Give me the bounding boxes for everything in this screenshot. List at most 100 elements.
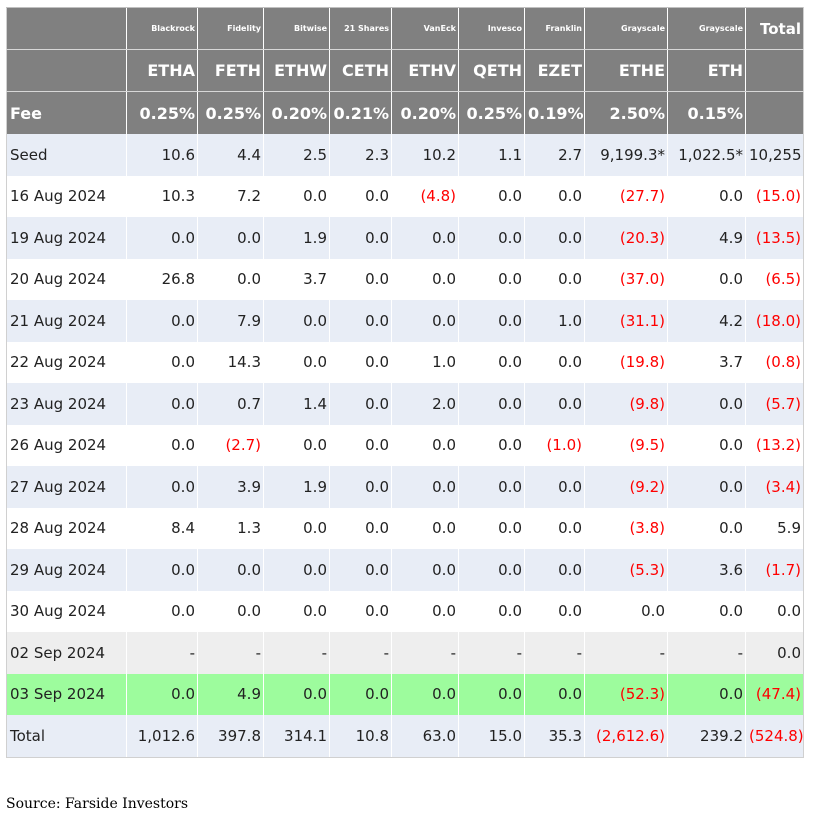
row-total-cell: (18.0) xyxy=(745,300,804,342)
flow-cell: (31.1) xyxy=(584,300,668,342)
flow-cell: 0.0 xyxy=(458,341,525,383)
flow-rows: Seed 10.6 4.4 2.5 2.3 10.2 1.1 2.7 9,199.3* 1,022… xyxy=(6,134,804,758)
flow-cell: 7.2 xyxy=(197,175,264,217)
flow-cell: (4.8) xyxy=(391,175,459,217)
flow-cell: 0.0 xyxy=(126,217,198,259)
flow-cell: 0.0 xyxy=(126,383,198,425)
row-label: 23 Aug 2024 xyxy=(6,383,127,425)
ticker-header-ethe: ETHE xyxy=(584,49,668,92)
row-label: 26 Aug 2024 xyxy=(6,424,127,466)
flow-cell: 1,012.6 xyxy=(126,715,198,758)
etf-flows-table: Blackrock Fidelity Bitwise 21 Shares Van… xyxy=(6,7,804,758)
flow-cell: 0.0 xyxy=(524,383,585,425)
flow-cell: 0.0 xyxy=(329,590,392,632)
flow-cell: 0.0 xyxy=(391,424,459,466)
flow-cell: 0.0 xyxy=(458,507,525,549)
flow-cell: 0.0 xyxy=(126,466,198,508)
flow-cell: 0.0 xyxy=(391,673,459,715)
flow-cell: 0.0 xyxy=(126,424,198,466)
flow-cell: (5.3) xyxy=(584,549,668,591)
flow-cell: 0.0 xyxy=(524,590,585,632)
flow-cell: 0.0 xyxy=(126,673,198,715)
issuer-header-fidelity: Fidelity xyxy=(197,7,264,50)
flow-cell: - xyxy=(263,632,330,674)
flow-cell: 0.0 xyxy=(329,466,392,508)
issuer-header-grayscale-eth: Grayscale xyxy=(667,7,746,50)
issuer-header-blackrock: Blackrock xyxy=(126,7,198,50)
issuer-header-grayscale-ethe: Grayscale xyxy=(584,7,668,50)
flow-cell: 0.0 xyxy=(524,258,585,300)
flow-cell: 0.0 xyxy=(391,507,459,549)
fee-cell xyxy=(745,91,804,134)
flow-cell: 3.7 xyxy=(263,258,330,300)
flow-cell: - xyxy=(458,632,525,674)
flow-cell: 63.0 xyxy=(391,715,459,758)
flow-cell: 0.0 xyxy=(329,300,392,342)
flow-cell: 0.0 xyxy=(329,424,392,466)
table-row: Seed 10.6 4.4 2.5 2.3 10.2 1.1 2.7 9,199.3* 1,022… xyxy=(6,134,804,176)
flow-cell: 0.0 xyxy=(263,300,330,342)
row-total-cell: (1.7) xyxy=(745,549,804,591)
flow-cell: (3.8) xyxy=(584,507,668,549)
flow-cell: 4.9 xyxy=(197,673,264,715)
ticker-header-qeth: QETH xyxy=(458,49,525,92)
flow-cell: (52.3) xyxy=(584,673,668,715)
flow-cell: 0.0 xyxy=(126,590,198,632)
flow-cell: 0.0 xyxy=(329,341,392,383)
flow-cell: 3.9 xyxy=(197,466,264,508)
flow-cell: 35.3 xyxy=(524,715,585,758)
table-row: 20 Aug 2024 26.8 0.0 3.7 0.0 0.0 0.0 0.0 (37.0) 0… xyxy=(6,258,804,300)
flow-cell: 0.0 xyxy=(391,466,459,508)
total-row: Total 1,012.6 397.8 314.1 10.8 63.0 15.0 35.3 (2… xyxy=(6,715,804,758)
flow-cell: 0.0 xyxy=(524,466,585,508)
flow-cell: 4.4 xyxy=(197,134,264,176)
flow-cell: (2,612.6) xyxy=(584,715,668,758)
flow-cell: 0.0 xyxy=(391,549,459,591)
flow-cell: 0.0 xyxy=(458,673,525,715)
table-row: 27 Aug 2024 0.0 3.9 1.9 0.0 0.0 0.0 0.0 (9.2) 0.0… xyxy=(6,466,804,508)
flow-cell: 0.0 xyxy=(329,549,392,591)
row-label: 03 Sep 2024 xyxy=(6,673,127,715)
flow-cell: - xyxy=(197,632,264,674)
row-total-cell: (3.4) xyxy=(745,466,804,508)
flow-cell: 1.0 xyxy=(391,341,459,383)
row-label: 02 Sep 2024 xyxy=(6,632,127,674)
row-label: 19 Aug 2024 xyxy=(6,217,127,259)
flow-cell: 0.0 xyxy=(667,383,746,425)
flow-cell: 0.0 xyxy=(329,507,392,549)
ticker-header-ethw: ETHW xyxy=(263,49,330,92)
flow-cell: (9.5) xyxy=(584,424,668,466)
flow-cell: 0.0 xyxy=(667,590,746,632)
flow-cell: 0.0 xyxy=(329,258,392,300)
flow-cell: 0.0 xyxy=(667,466,746,508)
source-note: Source: Farside Investors xyxy=(6,796,189,812)
row-label: 30 Aug 2024 xyxy=(6,590,127,632)
flow-cell: 0.0 xyxy=(584,590,668,632)
flow-cell: 1,022.5* xyxy=(667,134,746,176)
flow-cell: 0.0 xyxy=(458,300,525,342)
flow-cell: 0.0 xyxy=(329,175,392,217)
ticker-header-row: ETHA FETH ETHW CETH ETHV QETH EZET ETHE … xyxy=(6,49,804,92)
flow-cell: 0.0 xyxy=(329,217,392,259)
flow-cell: (1.0) xyxy=(524,424,585,466)
row-label: 21 Aug 2024 xyxy=(6,300,127,342)
flow-cell: 3.7 xyxy=(667,341,746,383)
table-row: 16 Aug 2024 10.3 7.2 0.0 0.0 (4.8) 0.0 0.0 (27.7… xyxy=(6,175,804,217)
row-total-cell: (13.5) xyxy=(745,217,804,259)
row-total-cell: 0.0 xyxy=(745,632,804,674)
flow-cell: (2.7) xyxy=(197,424,264,466)
row-total-cell: (524.8) xyxy=(745,715,804,758)
flow-cell: 314.1 xyxy=(263,715,330,758)
flow-cell: (19.8) xyxy=(584,341,668,383)
row-total-cell: 0.0 xyxy=(745,590,804,632)
flow-cell: 1.9 xyxy=(263,217,330,259)
flow-cell: 0.0 xyxy=(263,507,330,549)
table-row: 23 Aug 2024 0.0 0.7 1.4 0.0 2.0 0.0 0.0 (9.8) 0.0… xyxy=(6,383,804,425)
total-column-header: Total xyxy=(745,7,804,50)
flow-cell: 2.3 xyxy=(329,134,392,176)
flow-cell: 1.3 xyxy=(197,507,264,549)
ticker-header-ezet: EZET xyxy=(524,49,585,92)
flow-cell: 0.0 xyxy=(458,175,525,217)
flow-cell: - xyxy=(524,632,585,674)
row-total-cell: 5.9 xyxy=(745,507,804,549)
